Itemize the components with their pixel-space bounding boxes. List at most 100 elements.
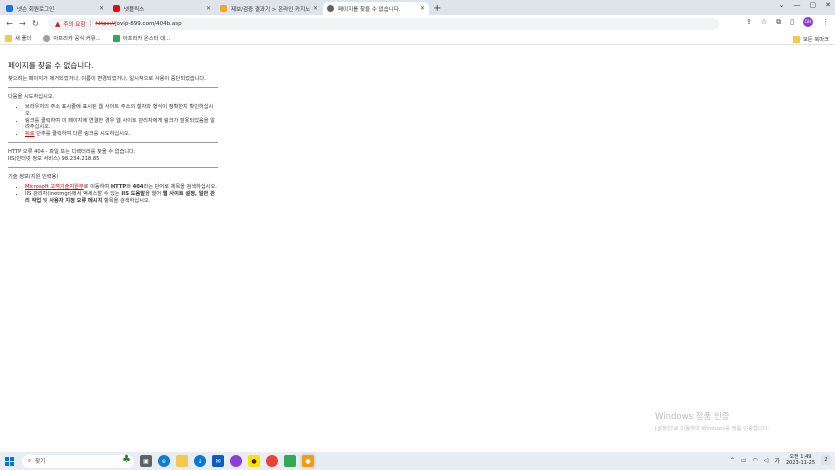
- list-item: 브라우저의 주소 표시줄에 표시된 웹 사이트 주소의 철자와 형식이 정확한지…: [25, 104, 218, 117]
- menu-icon[interactable]: ⋮: [822, 18, 829, 26]
- app-icon[interactable]: [284, 455, 296, 467]
- tech-heading: 기술 정보(지원 인력용): [8, 173, 59, 180]
- bookmark-item[interactable]: 아프리카 온스타 데...: [112, 34, 171, 42]
- divider: [8, 141, 218, 143]
- toolbar-actions: ⇪ ☆ ⧉ ▯ GH ⋮: [746, 17, 829, 27]
- wifi-icon[interactable]: ◠: [753, 457, 758, 464]
- window-controls: ⌄ — ▢ ✕: [779, 1, 831, 9]
- tab-netflix[interactable]: 넷플릭스 ✕: [109, 2, 215, 15]
- list-item: 링크를 클릭하여 이 페이지에 연결한 경우 웹 사이트 관리자에게 링크가 잘…: [25, 118, 218, 131]
- avatar[interactable]: GH: [803, 17, 813, 27]
- text-fragment: 로 이동하여: [83, 183, 111, 190]
- globe-icon: [327, 5, 334, 12]
- network-icon[interactable]: ▭: [741, 457, 747, 464]
- language-icon[interactable]: 가: [774, 456, 780, 465]
- list-item: IIS 관리자(inetmgr)에서 액세스할 수 있는 IIS 도움말을 열어…: [25, 191, 218, 204]
- tab-strip: 넷슨 회원로그인 ✕ 넷플릭스 ✕ 제보/검증 결과기 > 온라인 카지노...…: [0, 0, 835, 15]
- edge-icon[interactable]: e: [158, 455, 170, 467]
- tab-title: 제보/검증 결과기 > 온라인 카지노...: [231, 6, 310, 13]
- tab-title: 넷슨 회원로그인: [17, 6, 55, 13]
- bold-fragment: IIS 도움말: [121, 191, 146, 198]
- clock-date: 2023-11-25: [785, 460, 815, 466]
- close-icon[interactable]: ✕: [99, 5, 104, 12]
- bookmark-star-icon[interactable]: ☆: [761, 18, 767, 26]
- folder-icon: [792, 35, 800, 43]
- window-close-icon[interactable]: ✕: [825, 1, 831, 9]
- taskbar-search-input[interactable]: ⌕ 찾기 ♣: [22, 453, 134, 468]
- reload-button[interactable]: ↻: [30, 19, 41, 28]
- windows-start-icon[interactable]: [2, 452, 16, 470]
- text-fragment: 을 열어: [145, 191, 163, 198]
- tab-report[interactable]: 제보/검증 결과기 > 온라인 카지노... ✕: [216, 2, 322, 15]
- chevron-up-icon[interactable]: ⌃: [730, 457, 735, 464]
- activation-watermark: Windows 정품 인증 [설정]으로 이동하여 Windows를 정품 인증…: [655, 410, 769, 432]
- text-fragment: 라는 단어로 제목을 검색하십시오.: [143, 183, 217, 190]
- close-icon[interactable]: ✕: [420, 5, 425, 12]
- volume-icon[interactable]: ◁: [764, 457, 769, 464]
- tree-icon: ♣: [122, 453, 131, 465]
- clock[interactable]: 오전 1:49 2023-11-25: [786, 454, 815, 466]
- divider: [8, 87, 218, 88]
- mail-icon[interactable]: ✉: [212, 455, 224, 467]
- bookmark-item[interactable]: 아프리카 공식 커뮤...: [43, 34, 101, 42]
- bold-fragment: HTTP: [110, 183, 127, 190]
- folder-icon: [5, 34, 12, 42]
- tab-title: 페이지를 찾을 수 없습니다.: [338, 6, 401, 13]
- tab-login[interactable]: 넷슨 회원로그인 ✕: [2, 2, 108, 15]
- share-icon[interactable]: ⇪: [746, 18, 752, 26]
- tab-search-icon[interactable]: ⌄: [779, 1, 785, 9]
- active-app-icon[interactable]: ●: [302, 455, 314, 467]
- tab-favicon-icon: [220, 5, 227, 12]
- warning-icon[interactable]: ▲: [55, 20, 60, 28]
- close-icon[interactable]: ✕: [206, 5, 211, 12]
- system-tray: ⌃ ▭ ◠ ◁ 가 오전 1:49 2023-11-25 2: [730, 454, 831, 466]
- extensions-icon[interactable]: ⧉: [776, 18, 781, 27]
- kakaotalk-icon[interactable]: ●: [248, 455, 260, 467]
- security-warning-label[interactable]: 주의 요함: [63, 20, 85, 28]
- bookmarks-bar: 새 폴더 아프리카 공식 커뮤... 아프리카 온스타 데... 모든 북마크: [0, 32, 835, 45]
- page-title: 페이지를 찾을 수 없습니다.: [8, 61, 94, 70]
- minimize-icon[interactable]: —: [794, 1, 801, 9]
- url-scheme: https://: [95, 20, 116, 27]
- back-button[interactable]: ←: [4, 19, 15, 28]
- all-bookmarks-label: 모든 북마크: [802, 37, 829, 43]
- new-tab-button[interactable]: +: [433, 2, 441, 15]
- tab-favicon-icon: [6, 5, 13, 12]
- bold-fragment: 사용자 지정 오류 메시지: [49, 197, 103, 204]
- close-icon[interactable]: ✕: [313, 5, 318, 12]
- back-suffix: 단추를 클릭하여 다른 링크를 시도하십시오.: [34, 131, 131, 138]
- browser-toolbar: ← → ↻ ▲ 주의 요함 | https:// jovip-899.com/4…: [0, 15, 835, 32]
- app-icon[interactable]: [230, 455, 242, 467]
- address-bar[interactable]: ▲ 주의 요함 | https:// jovip-899.com/404b.as…: [49, 17, 719, 30]
- watermark-subtitle: [설정]으로 이동하여 Windows를 정품 인증합니다.: [655, 426, 770, 432]
- intro-text: 찾으려는 페이지가 제거되었거나, 이름이 변경되었거나, 일시적으로 사용이 …: [8, 76, 206, 82]
- text-fragment: 및: [41, 197, 50, 204]
- search-placeholder: 찾기: [35, 459, 46, 465]
- forward-button[interactable]: →: [17, 19, 28, 28]
- list-item: 뒤로 단추를 클릭하여 다른 링크를 시도하십시오.: [25, 131, 218, 138]
- bookmark-label: 아프리카 온스타 데...: [122, 36, 171, 42]
- error-line-2: IIS(인터넷 정보 서비스) 98.234.218.85: [8, 155, 100, 162]
- microsoft-support-link[interactable]: Microsoft 고객기술지원부: [25, 184, 84, 190]
- tab-active-page[interactable]: 페이지를 찾을 수 없습니다. ✕: [323, 2, 429, 15]
- taskbar: ⌕ 찾기 ♣ ▣ e ↓ ✉ ● ● ⌃ ▭ ◠ ◁ 가 오전 1:49 202…: [0, 452, 835, 470]
- bold-fragment: 404: [132, 183, 144, 190]
- task-view-icon[interactable]: ▣: [140, 455, 152, 467]
- store-icon[interactable]: ↓: [194, 455, 206, 467]
- text-fragment: IIS 관리자(inetmgr)에서 액세스할 수 있는: [25, 191, 122, 198]
- page-content: 페이지를 찾을 수 없습니다. 찾으려는 페이지가 제거되었거나, 이름이 변경…: [8, 60, 218, 205]
- search-icon: ⌕: [28, 457, 32, 464]
- chrome-icon[interactable]: [266, 455, 278, 467]
- back-link[interactable]: 뒤로: [25, 131, 35, 137]
- all-bookmarks[interactable]: 모든 북마크: [792, 35, 829, 43]
- maximize-icon[interactable]: ▢: [810, 1, 817, 9]
- file-explorer-icon[interactable]: [176, 455, 188, 467]
- bookmark-item[interactable]: 새 폴더: [5, 34, 31, 42]
- text-fragment: 항목을 검색하십시오.: [102, 197, 151, 204]
- sidepanel-icon[interactable]: ▯: [790, 18, 794, 26]
- divider: [8, 166, 218, 168]
- notification-badge[interactable]: 2: [821, 455, 831, 465]
- watermark-title: Windows 정품 인증: [655, 412, 730, 422]
- bookmark-label: 새 폴더: [15, 36, 32, 42]
- tab-favicon-icon: [113, 5, 120, 12]
